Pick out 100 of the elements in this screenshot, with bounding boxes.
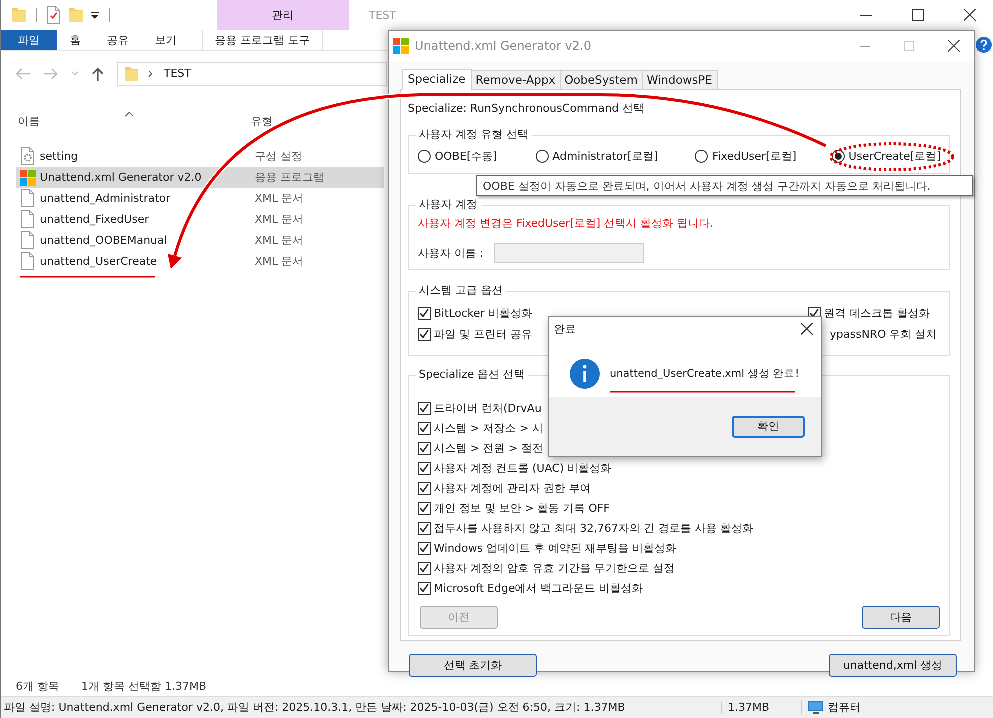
checkbox-label: 사용자 계정 컨트롤 (UAC) 비활성화 [434, 460, 612, 476]
info-icon [570, 359, 600, 389]
close-icon[interactable] [948, 40, 960, 52]
address-bar[interactable]: TEST [117, 62, 387, 86]
action-button[interactable]: 선택 초기화 [409, 654, 537, 677]
checkbox[interactable] [418, 442, 431, 454]
checkbox-label: ypassNRO 우회 설치 [830, 327, 938, 342]
document-icon [20, 252, 36, 271]
file-row[interactable]: unattend_UserCreate XML 문서 [16, 251, 384, 272]
status-text: 1개 항목 선택함 1.37MB [82, 678, 207, 694]
checkbox-label: 시스템 > 전원 > 절전 [434, 440, 544, 456]
document-icon [20, 210, 36, 229]
tab[interactable]: OobeSystem [560, 70, 643, 89]
action-button[interactable]: unattend,xml 생성 [829, 654, 957, 677]
file-type: XML 문서 [255, 233, 304, 248]
file-type: XML 문서 [255, 212, 304, 227]
checkbox[interactable] [418, 542, 431, 554]
checkbox-label: 사용자 계정의 암호 유효 기간을 무기한으로 설정 [434, 560, 675, 576]
checkbox-label: 파일 및 프린터 공유 [434, 327, 532, 342]
dropdown-icon[interactable] [90, 10, 100, 20]
file-name: unattend_OOBEManual [40, 234, 168, 247]
checkbox-label: Microsoft Edge에서 백그라운드 비활성화 [434, 580, 644, 596]
file-type: 구성 설정 [255, 149, 302, 164]
ribbon-group-header: 관리 [217, 0, 349, 30]
section-heading: Specialize: RunSynchronousCommand 선택 [408, 101, 646, 117]
checkbox[interactable] [418, 422, 431, 434]
radio-button[interactable] [418, 150, 431, 163]
document-icon [20, 231, 36, 250]
close-icon[interactable] [964, 9, 976, 21]
warning-text: 사용자 계정 변경은 FixedUser[로컬] 선택시 활성화 됩니다. [418, 216, 715, 231]
group-title: 사용자 계정 유형 선택 [418, 128, 530, 142]
computer-icon [808, 700, 824, 714]
location-text: 컴퓨터 [828, 700, 861, 715]
file-name: unattend_Administrator [40, 192, 172, 205]
app-icon [393, 38, 409, 54]
column-header[interactable]: 이름 [18, 114, 251, 129]
help-icon[interactable] [976, 37, 992, 53]
file-type: XML 문서 [255, 191, 304, 206]
app-icon [20, 170, 36, 186]
window-title: Unattend.xml Generator v2.0 [415, 39, 592, 53]
checkbox[interactable] [418, 482, 431, 494]
file-name: unattend_FixedUser [40, 213, 150, 226]
file-name: setting [40, 150, 80, 163]
checkbox-label: 드라이버 런처(DrvAu [434, 400, 542, 416]
ribbon-tab[interactable]: 응용 프로그램 도구 [202, 30, 323, 50]
ribbon-tab[interactable]: 홈 [57, 30, 94, 50]
ribbon-tab[interactable]: 공유 [94, 30, 142, 50]
checkbox[interactable] [418, 582, 431, 594]
file-row[interactable]: unattend_FixedUser XML 문서 [16, 209, 384, 230]
chevron-right-icon [148, 70, 154, 78]
checkbox[interactable] [418, 522, 431, 534]
document-icon [20, 189, 36, 208]
checkbox[interactable] [418, 462, 431, 474]
tooltip: OOBE 설정이 자동으로 완료되며, 이어서 사용자 계정 생성 구간까지 자동으로 처리됩니다. [476, 175, 973, 196]
status-text: 6개 항목 [16, 678, 60, 694]
group-title: 시스템 고급 옵션 [418, 284, 504, 298]
close-icon[interactable] [801, 323, 813, 335]
window-title: TEST [369, 8, 396, 22]
field-label: 사용자 이름 : [418, 246, 484, 260]
ribbon-tab[interactable]: 파일 [1, 30, 57, 50]
file-row[interactable]: unattend_Administrator XML 문서 [16, 188, 384, 209]
file-size-text: 1.37MB [721, 701, 801, 714]
file-row[interactable]: Unattend.xml Generator v2.0 응용 프로그램 [16, 167, 384, 188]
checklist-icon[interactable] [46, 6, 62, 24]
group-title: Specialize 옵션 선택 [418, 368, 526, 382]
group-title: 사용자 계정 [418, 198, 478, 212]
tab[interactable]: WindowsPE [642, 70, 718, 89]
folder-icon [124, 65, 138, 82]
radio-label: Administrator[로컬] [552, 149, 658, 164]
radio-label: FixedUser[로컬] [712, 149, 797, 164]
radio-button[interactable] [536, 150, 549, 163]
up-arrow-icon[interactable] [91, 66, 105, 80]
file-row[interactable]: setting 구성 설정 [16, 146, 384, 167]
settings-file-icon [20, 147, 36, 166]
checkbox-label: 원격 데스크톱 활성화 [824, 306, 930, 321]
file-row[interactable]: unattend_OOBEManual XML 문서 [16, 230, 384, 251]
column-header[interactable]: 유형 [251, 114, 273, 129]
checkbox-label: 접두사를 사용하지 않고 최대 32,767자의 긴 경로를 사용 활성화 [434, 520, 754, 536]
file-name: Unattend.xml Generator v2.0 [40, 171, 203, 184]
checkbox-label: BitLocker 비활성화 [434, 306, 532, 321]
nav-button[interactable]: 다음 [862, 606, 940, 629]
checkbox-label: Windows 업데이트 후 예약된 재부팅을 비활성화 [434, 540, 677, 556]
checkbox[interactable] [418, 402, 431, 414]
tab[interactable]: Specialize [402, 69, 472, 90]
breadcrumb-item[interactable]: TEST [164, 67, 192, 80]
tab[interactable]: Remove-Appx [470, 70, 561, 89]
ribbon-tab[interactable]: 보기 [142, 30, 190, 50]
checkbox[interactable] [418, 307, 431, 320]
message-text: unattend_UserCreate.xml 생성 완료! [610, 367, 800, 381]
ok-button[interactable]: 확인 [732, 416, 805, 438]
sort-caret-icon [125, 112, 134, 117]
checkbox[interactable] [418, 502, 431, 514]
checkbox[interactable] [418, 328, 431, 341]
file-name: unattend_UserCreate [40, 255, 158, 268]
checkbox-label: 시스템 > 저장소 > 시 [434, 420, 544, 436]
maximize-icon[interactable] [912, 9, 924, 21]
radio-button[interactable] [695, 150, 708, 163]
checkbox-label: 개인 정보 및 보안 > 활동 기록 OFF [434, 500, 610, 516]
file-type: XML 문서 [255, 254, 304, 269]
checkbox[interactable] [418, 562, 431, 574]
